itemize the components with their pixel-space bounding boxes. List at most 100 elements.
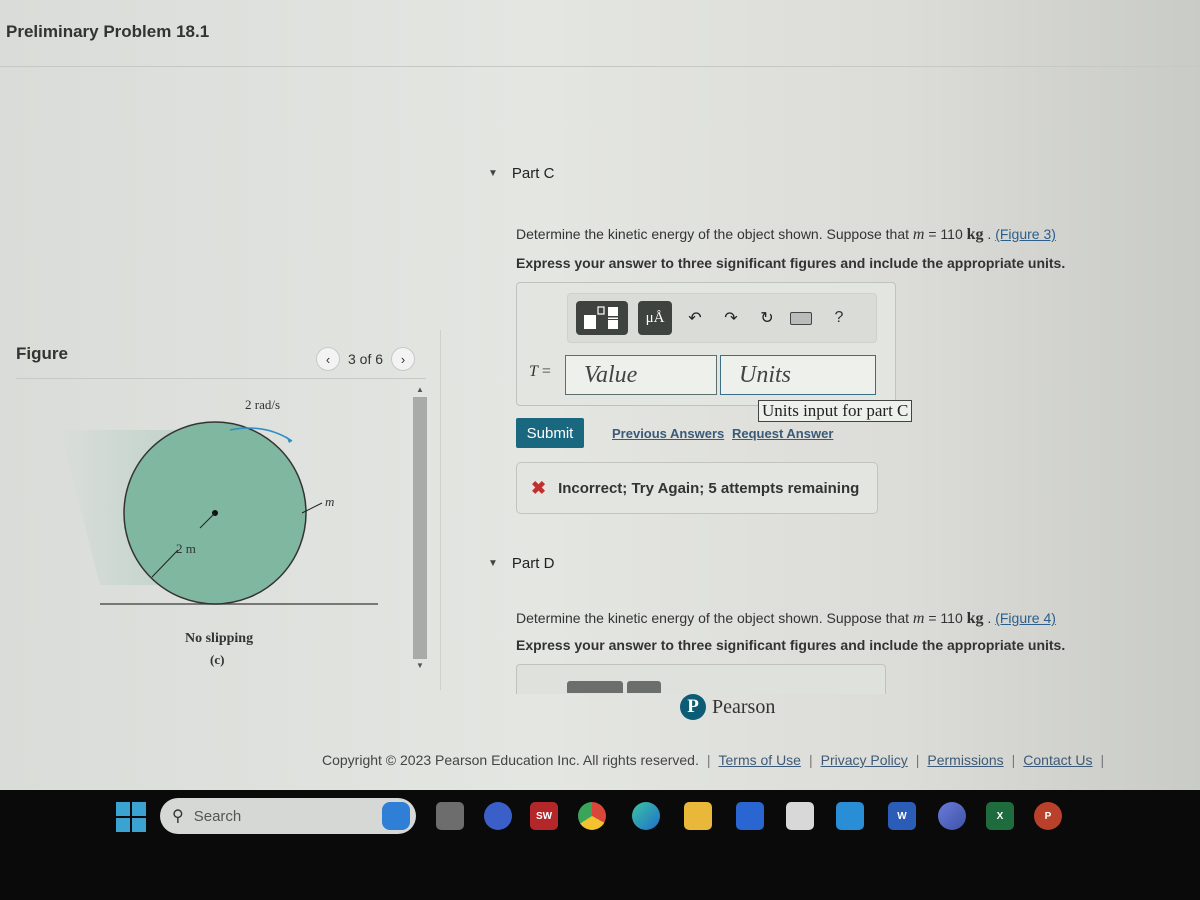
- angular-velocity-label: 2 rad/s: [245, 397, 280, 412]
- scrollbar-thumb[interactable]: [413, 397, 427, 659]
- units-button[interactable]: μÅ: [638, 301, 672, 335]
- units-tooltip: Units input for part C: [758, 400, 913, 422]
- submit-button[interactable]: Submit: [516, 418, 584, 448]
- separator: |: [1011, 752, 1016, 768]
- terms-of-use-link[interactable]: Terms of Use: [719, 752, 801, 768]
- arrow-head-icon: [286, 436, 292, 443]
- feedback-text: Incorrect; Try Again; 5 attempts remaini…: [558, 479, 860, 497]
- radius-label: 2 m: [176, 541, 196, 556]
- mass-symbol: m: [912, 226, 925, 243]
- figure-counter: 3 of 6: [348, 351, 384, 367]
- footer: Copyright © 2023 Pearson Education Inc. …: [322, 752, 1104, 768]
- browser-content: Preliminary Problem 18.1 Figure ‹ 3 of 6…: [0, 0, 1200, 790]
- equals-sign: =: [537, 363, 551, 380]
- mass-label: m: [325, 494, 334, 509]
- templates-button[interactable]: [576, 301, 628, 335]
- separator: |: [915, 752, 920, 768]
- windows-taskbar: ⚲ Search SW W X P: [0, 790, 1200, 900]
- request-answer-link[interactable]: Request Answer: [732, 426, 833, 441]
- reset-icon[interactable]: ↻: [754, 308, 780, 328]
- incorrect-x-icon: ✖: [531, 477, 547, 498]
- mass-symbol: m: [912, 610, 925, 627]
- chevron-left-icon: ‹: [325, 351, 331, 367]
- mass-unit: kg: [966, 226, 984, 243]
- windows-logo-icon: [116, 802, 130, 816]
- part-d-answer-box: [516, 664, 886, 694]
- figure-sub-label: (c): [210, 652, 224, 667]
- copilot-icon[interactable]: [938, 802, 966, 830]
- part-c-title: Part C: [511, 165, 555, 182]
- separator: |: [706, 752, 711, 768]
- part-c-instruction: Express your answer to three significant…: [516, 255, 1066, 271]
- figure-scrollbar[interactable]: ▲ ▼: [412, 385, 428, 675]
- question-text: Determine the kinetic energy of the obje…: [516, 226, 913, 242]
- part-c-question: Determine the kinetic energy of the obje…: [516, 226, 1056, 243]
- windows-logo-icon: [132, 818, 146, 832]
- solidworks-icon[interactable]: SW: [530, 802, 558, 830]
- pearson-branding: P Pearson: [680, 694, 775, 720]
- figure-3-link[interactable]: (Figure 3): [995, 226, 1056, 242]
- feedback-message: ✖ Incorrect; Try Again; 5 attempts remai…: [516, 462, 878, 514]
- mass-value: = 110: [924, 610, 967, 626]
- figure-4-link[interactable]: (Figure 4): [995, 610, 1056, 626]
- part-c-header[interactable]: ▼ Part C: [488, 165, 554, 182]
- microsoft-store-icon[interactable]: [786, 802, 814, 830]
- file-explorer-icon[interactable]: [684, 802, 712, 830]
- mail-icon[interactable]: [836, 802, 864, 830]
- question-text: Determine the kinetic energy of the obje…: [516, 610, 913, 626]
- part-c-answer-box: μÅ ↶ ↷ ↻ ? T =: [516, 282, 896, 406]
- help-button[interactable]: ?: [826, 309, 852, 327]
- search-label: Search: [193, 807, 242, 825]
- part-d-question: Determine the kinetic energy of the obje…: [516, 610, 1056, 627]
- start-button[interactable]: [116, 802, 146, 832]
- search-highlight-icon: [382, 802, 410, 830]
- problem-title: Preliminary Problem 18.1: [6, 22, 210, 41]
- edge-icon[interactable]: [632, 802, 660, 830]
- part-d-title: Part D: [511, 555, 555, 572]
- pearson-logo-icon: P: [680, 694, 706, 720]
- permissions-link[interactable]: Permissions: [927, 752, 1003, 768]
- templates-button[interactable]: [567, 681, 623, 693]
- chevron-right-icon: ›: [400, 351, 406, 367]
- units-input[interactable]: [720, 355, 876, 395]
- privacy-policy-link[interactable]: Privacy Policy: [821, 752, 908, 768]
- caret-down-icon: ▼: [488, 168, 498, 179]
- task-view-icon[interactable]: [436, 802, 464, 830]
- variable-symbol: T: [529, 363, 538, 380]
- units-button[interactable]: [627, 681, 661, 693]
- keyboard-button[interactable]: [790, 311, 816, 325]
- meet-icon[interactable]: [484, 802, 512, 830]
- panel-divider: [440, 330, 441, 690]
- figure-navigation: ‹ 3 of 6 ›: [316, 347, 416, 371]
- copyright-text: Copyright © 2023 Pearson Education Inc. …: [322, 752, 699, 768]
- mass-unit: kg: [966, 610, 984, 627]
- keyboard-icon: [790, 311, 812, 325]
- pearson-name: Pearson: [712, 695, 776, 718]
- powerpoint-icon[interactable]: P: [1034, 802, 1062, 830]
- dropbox-icon[interactable]: [736, 802, 764, 830]
- figure-heading: Figure: [16, 344, 68, 363]
- word-icon[interactable]: W: [888, 802, 916, 830]
- taskbar-search[interactable]: ⚲ Search: [160, 798, 416, 834]
- part-d-instruction: Express your answer to three significant…: [516, 637, 1066, 653]
- mass-value: = 110: [924, 226, 967, 242]
- figure-diagram: 2 m 2 rad/s m No slipping (c): [60, 397, 378, 667]
- value-input[interactable]: [565, 355, 717, 395]
- figure-prev-button[interactable]: ‹: [316, 347, 340, 371]
- scroll-up-icon[interactable]: ▲: [412, 385, 428, 395]
- redo-icon[interactable]: ↷: [718, 308, 744, 328]
- part-d-header[interactable]: ▼ Part D: [488, 555, 554, 572]
- figure-divider: [16, 378, 426, 379]
- figure-next-button[interactable]: ›: [391, 347, 416, 371]
- divider: [0, 66, 1200, 67]
- figure-caption: No slipping: [185, 631, 253, 646]
- contact-us-link[interactable]: Contact Us: [1023, 752, 1092, 768]
- excel-icon[interactable]: X: [986, 802, 1014, 830]
- previous-answers-link[interactable]: Previous Answers: [612, 426, 724, 441]
- windows-logo-icon: [132, 802, 146, 816]
- separator: |: [1100, 752, 1105, 768]
- undo-icon[interactable]: ↶: [682, 308, 708, 328]
- math-toolbar: μÅ ↶ ↷ ↻ ?: [567, 293, 877, 343]
- scroll-down-icon[interactable]: ▼: [412, 661, 428, 671]
- chrome-icon[interactable]: [578, 802, 606, 830]
